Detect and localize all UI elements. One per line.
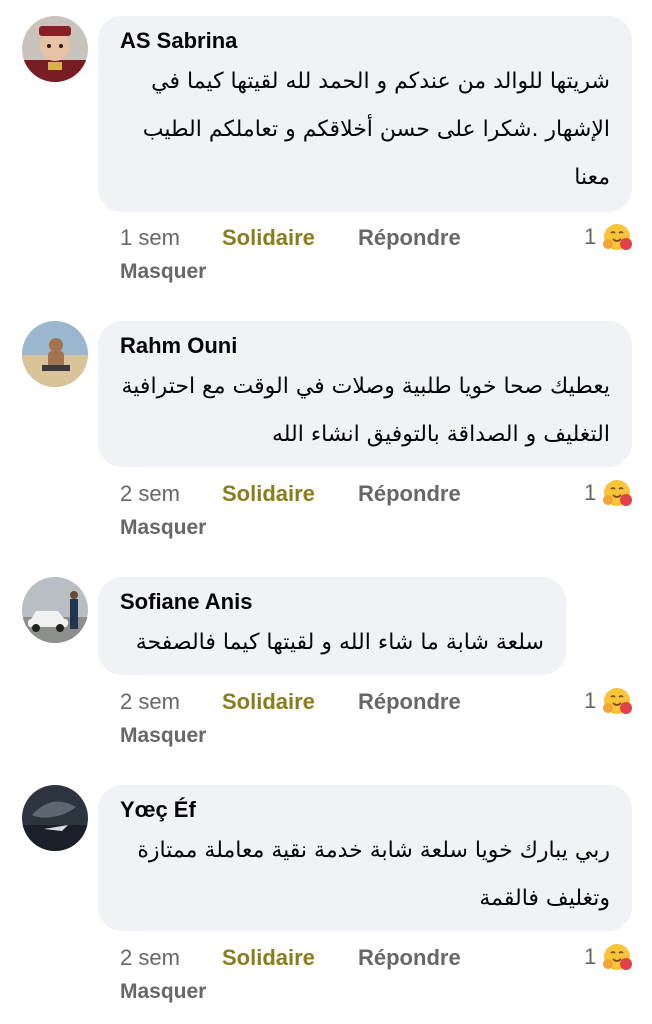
comment-text: يعطيك صحا خويا طلبية وصلات في الوقت مع ا…: [121, 374, 611, 447]
reply-button[interactable]: Répondre: [358, 224, 461, 252]
avatar[interactable]: [22, 321, 88, 387]
comment-bubble: AS Sabrina شريتها للوالد من عندكم و الحم…: [98, 16, 632, 212]
hide-button[interactable]: Masquer: [120, 259, 206, 285]
avatar[interactable]: [22, 577, 88, 643]
support-button[interactable]: Solidaire: [222, 688, 315, 716]
reaction-count: 1: [584, 224, 597, 249]
reply-button[interactable]: Répondre: [358, 688, 461, 716]
hug-emoji-icon: [603, 944, 632, 970]
support-button[interactable]: Solidaire: [222, 224, 315, 252]
avatar-whale-photo: [22, 785, 88, 851]
comment-text: سلعة شابة ما شاء الله و لقيتها كيما فالص…: [135, 630, 544, 655]
hide-button[interactable]: Masquer: [120, 723, 206, 749]
hug-emoji-icon: [603, 224, 632, 250]
reaction-count: 1: [584, 480, 597, 505]
support-button[interactable]: Solidaire: [222, 480, 315, 508]
reaction-count: 1: [584, 688, 597, 713]
comment-bubble: Yœç Éf ربي يبارك خويا سلعة شابة خدمة نقي…: [98, 785, 632, 931]
comment-text: ربي يبارك خويا سلعة شابة خدمة نقية معامل…: [137, 838, 610, 911]
comment-bubble: Sofiane Anis سلعة شابة ما شاء الله و لقي…: [98, 577, 566, 675]
comment-time[interactable]: 1 sem: [120, 224, 180, 252]
comment-author[interactable]: Rahm Ouni: [120, 333, 610, 359]
avatar[interactable]: [22, 785, 88, 851]
avatar[interactable]: [22, 16, 88, 82]
comment-time[interactable]: 2 sem: [120, 688, 180, 716]
avatar-beach-photo: [22, 321, 88, 387]
reaction-count: 1: [584, 944, 597, 969]
comment-time[interactable]: 2 sem: [120, 480, 180, 508]
reply-button[interactable]: Répondre: [358, 944, 461, 972]
avatar-car-photo: [22, 577, 88, 643]
comment-author[interactable]: Yœç Éf: [120, 797, 610, 823]
comment-author[interactable]: AS Sabrina: [120, 28, 610, 54]
comment-bubble: Rahm Ouni يعطيك صحا خويا طلبية وصلات في …: [98, 321, 632, 467]
support-button[interactable]: Solidaire: [222, 944, 315, 972]
hug-emoji-icon: [603, 480, 632, 506]
reply-button[interactable]: Répondre: [358, 480, 461, 508]
hide-button[interactable]: Masquer: [120, 979, 206, 1005]
hug-emoji-icon: [603, 688, 632, 714]
comment-time[interactable]: 2 sem: [120, 944, 180, 972]
hide-button[interactable]: Masquer: [120, 515, 206, 541]
comment-text: شريتها للوالد من عندكم و الحمد لله لقيته…: [142, 69, 610, 190]
comment-author[interactable]: Sofiane Anis: [120, 589, 544, 615]
avatar-child-photo: [22, 16, 88, 82]
